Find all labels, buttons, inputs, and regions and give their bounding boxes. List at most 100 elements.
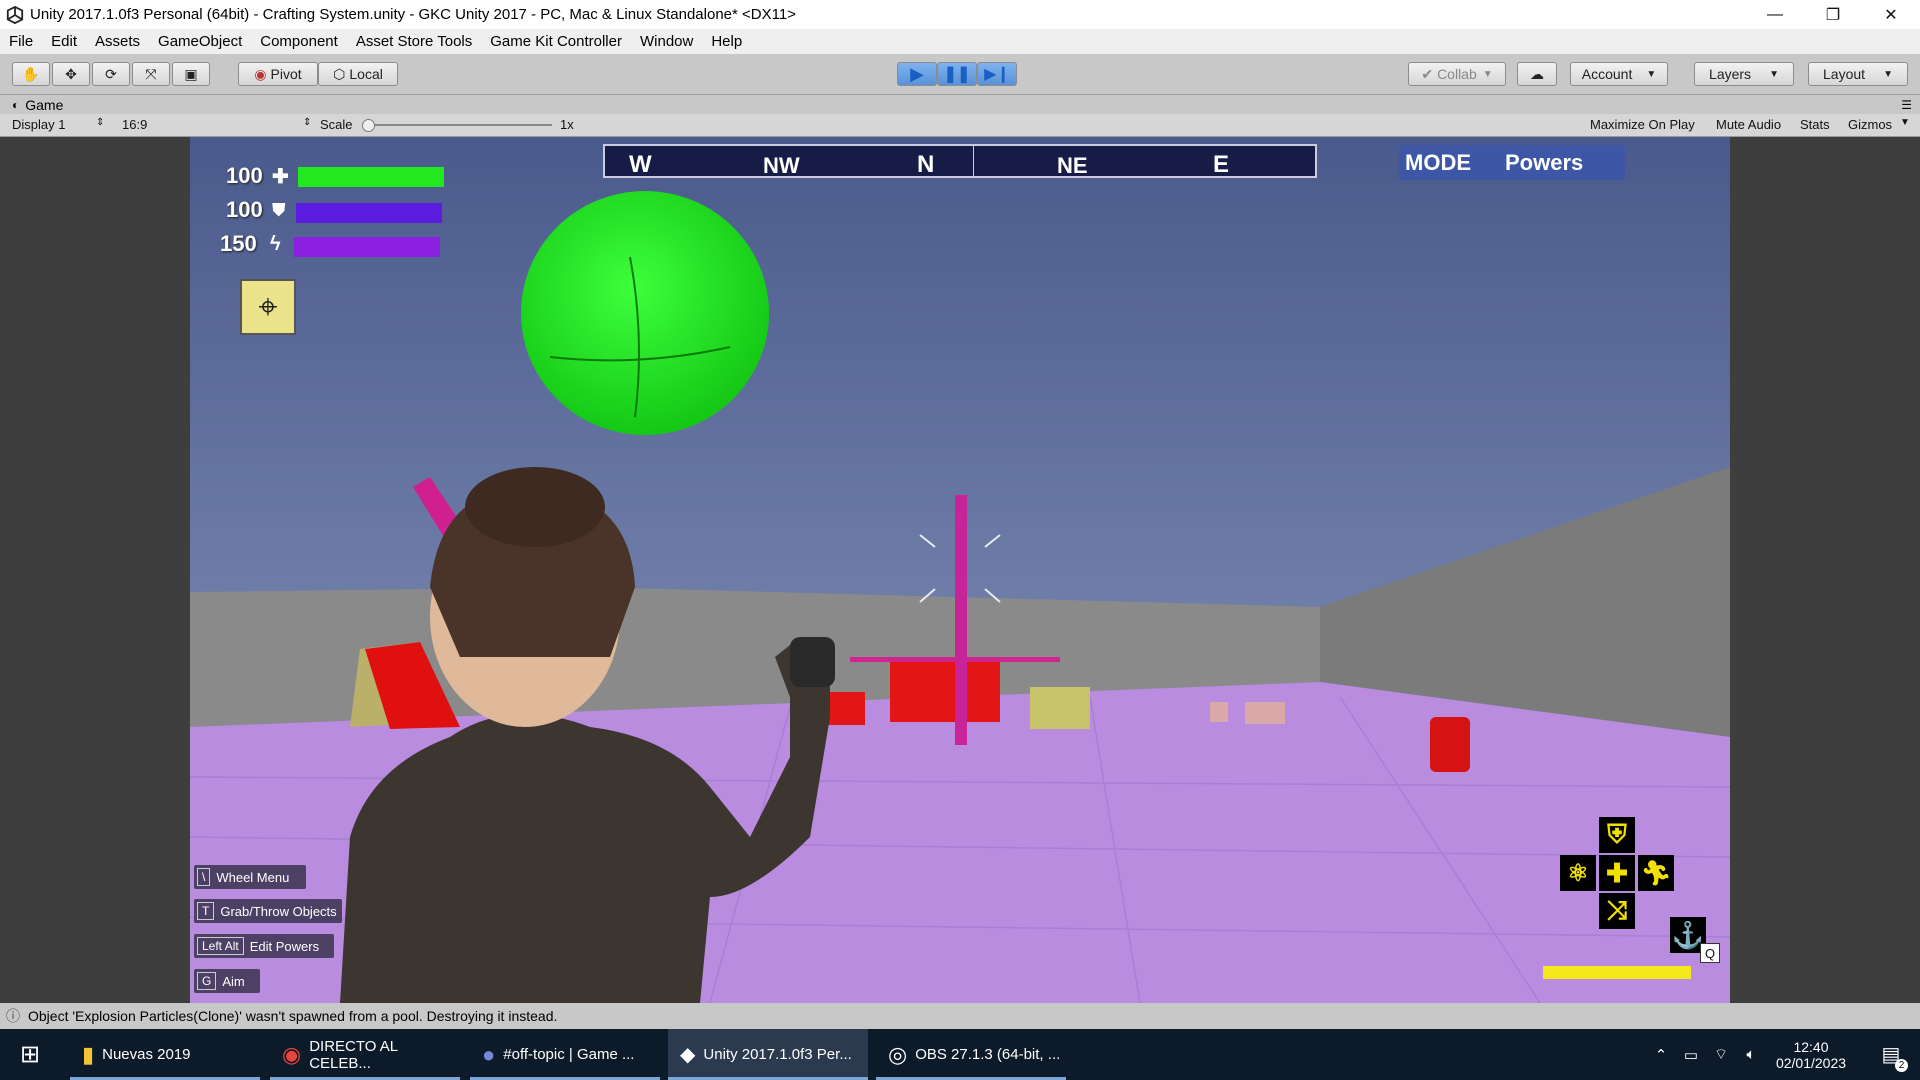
scale-tool-button[interactable]: ⤧: [132, 62, 170, 86]
window-title: Unity 2017.1.0f3 Personal (64bit) - Craf…: [30, 6, 796, 23]
hand-tool-button[interactable]: ✋: [12, 62, 50, 86]
menu-game-kit-controller[interactable]: Game Kit Controller: [481, 33, 631, 50]
tab-menu-icon[interactable]: ☰: [1901, 98, 1912, 112]
account-dropdown[interactable]: Account ▼: [1570, 62, 1668, 86]
close-button[interactable]: ✕: [1862, 0, 1920, 29]
menu-assets[interactable]: Assets: [86, 33, 149, 50]
folder-icon: ▮: [82, 1041, 95, 1067]
collab-button[interactable]: ✔ Collab ▼: [1408, 62, 1506, 86]
move-tool-button[interactable]: ✥: [52, 62, 90, 86]
rect-icon: ▣: [184, 65, 198, 82]
battery-icon[interactable]: ▭: [1676, 1029, 1706, 1080]
minimize-button[interactable]: —: [1746, 0, 1804, 29]
pivot-button[interactable]: ◉ Pivot: [238, 62, 318, 86]
windows-icon: ⊞: [19, 1041, 41, 1068]
discord-icon: ●: [482, 1041, 496, 1067]
layout-dropdown[interactable]: Layout ▼: [1808, 62, 1908, 86]
collab-label: Collab: [1437, 66, 1477, 82]
pause-button[interactable]: ❚❚: [937, 62, 977, 86]
menu-component[interactable]: Component: [251, 33, 347, 50]
maximize-on-play-toggle[interactable]: Maximize On Play: [1590, 117, 1695, 132]
energy-bar: [294, 237, 440, 257]
menu-edit[interactable]: Edit: [42, 33, 86, 50]
compass-bar: W NW N NE E: [603, 144, 1317, 178]
cloud-button[interactable]: ☁: [1517, 62, 1557, 86]
wifi-icon[interactable]: ⌔: [1706, 1029, 1736, 1080]
power-key-label: Q: [1700, 943, 1720, 963]
move-icon: ✥: [65, 65, 77, 82]
rotate-tool-button[interactable]: ⟳: [92, 62, 130, 86]
restore-button[interactable]: ❐: [1804, 0, 1862, 29]
health-value: 100: [226, 163, 263, 188]
mode-value: Powers: [1505, 149, 1584, 175]
scale-slider-handle[interactable]: [362, 119, 375, 132]
title-bar: Unity 2017.1.0f3 Personal (64bit) - Craf…: [0, 0, 1920, 29]
check-icon: ✔: [1421, 65, 1434, 82]
play-button[interactable]: ▶: [897, 62, 937, 86]
hint-label: Grab/Throw Objects: [220, 903, 337, 919]
pause-icon: ❚❚: [943, 66, 971, 83]
menu-help[interactable]: Help: [702, 33, 751, 50]
status-bar: ⓘ Object 'Explosion Particles(Clone)' wa…: [0, 1003, 1920, 1029]
power-bar-track: [1543, 966, 1691, 979]
notifications-button[interactable]: ▤ 2: [1866, 1029, 1916, 1080]
aspect-dropdown[interactable]: 16:9: [122, 117, 147, 132]
stats-toggle[interactable]: Stats: [1800, 117, 1830, 132]
taskbar-label: #off-topic | Game ...: [503, 1046, 635, 1063]
menu-bar: File Edit Assets GameObject Component As…: [0, 29, 1920, 54]
hint-key: Left Alt: [197, 937, 244, 955]
step-button[interactable]: ▶❙: [977, 62, 1017, 86]
menu-asset-store-tools[interactable]: Asset Store Tools: [347, 33, 481, 50]
lightning-icon: ϟ: [270, 233, 281, 255]
account-label: Account: [1581, 66, 1633, 82]
taskbar-item-chrome[interactable]: ◉ DIRECTO AL CELEB...: [270, 1029, 460, 1080]
chevron-down-icon: ▼: [1482, 68, 1493, 80]
cloud-icon: ☁: [1530, 65, 1544, 82]
menu-file[interactable]: File: [0, 33, 42, 50]
taskbar-label: Unity 2017.1.0f3 Per...: [703, 1046, 852, 1063]
health-bar: [298, 167, 444, 187]
step-icon: ▶❙: [984, 66, 1010, 83]
clock-time: 12:40: [1793, 1038, 1829, 1055]
taskbar-item-unity[interactable]: ◆ Unity 2017.1.0f3 Per...: [668, 1029, 868, 1080]
gizmos-toggle[interactable]: Gizmos: [1848, 117, 1892, 132]
game-viewport[interactable]: 100 ✚ 100 ⛊ 150 ϟ ⌖ W NW N NE E MODE Pow…: [190, 137, 1730, 1003]
taskbar-item-obs[interactable]: ◎ OBS 27.1.3 (64-bit, ...: [876, 1029, 1066, 1080]
scale-value: 1x: [560, 117, 574, 132]
taskbar-label: DIRECTO AL CELEB...: [309, 1037, 398, 1072]
clock[interactable]: 12:40 02/01/2023: [1766, 1029, 1856, 1080]
chevron-updown-icon: ⇕: [96, 117, 105, 128]
hint-label: Aim: [222, 973, 245, 989]
shuffle-power-icon: ⤨: [1599, 893, 1635, 929]
status-message[interactable]: Object 'Explosion Particles(Clone)' wasn…: [28, 1008, 557, 1024]
power-bar: [1543, 966, 1691, 979]
hint-key: \: [197, 868, 211, 886]
hint-label: Wheel Menu: [216, 869, 290, 885]
taskbar-item-folder[interactable]: ▮ Nuevas 2019: [70, 1029, 260, 1080]
hint-grab-throw: T Grab/Throw Objects: [194, 899, 342, 923]
atom-power-icon: ⚛: [1560, 855, 1596, 891]
taskbar: ⊞ ▮ Nuevas 2019 ◉ DIRECTO AL CELEB... ● #of…: [0, 1029, 1920, 1080]
play-icon: ▶: [910, 63, 924, 84]
unity-icon: ◆: [680, 1044, 696, 1066]
rect-tool-button[interactable]: ▣: [172, 62, 210, 86]
scale-slider[interactable]: [366, 124, 552, 126]
mute-audio-toggle[interactable]: Mute Audio: [1716, 117, 1781, 132]
game-tab-icon: ◐: [12, 97, 20, 112]
crosshair-target-icon: ⌖: [240, 279, 296, 335]
info-icon: ⓘ: [6, 1008, 20, 1024]
chrome-icon: ◉: [282, 1041, 302, 1067]
menu-gameobject[interactable]: GameObject: [149, 33, 251, 50]
local-button[interactable]: ⬡ Local: [318, 62, 398, 86]
layers-dropdown[interactable]: Layers ▼: [1694, 62, 1794, 86]
menu-window[interactable]: Window: [631, 33, 702, 50]
scale-icon: ⤧: [145, 65, 157, 82]
taskbar-item-discord[interactable]: ● #off-topic | Game ...: [470, 1029, 660, 1080]
start-button[interactable]: ⊞: [0, 1029, 60, 1080]
mode-panel: MODE Powers: [1399, 145, 1625, 180]
display-dropdown[interactable]: Display 1: [12, 117, 65, 132]
volume-icon[interactable]: 🔈︎: [1736, 1029, 1766, 1080]
tray-expand-icon[interactable]: ⌃: [1646, 1029, 1676, 1080]
chevron-updown-icon: ⇕: [303, 117, 312, 128]
tab-game[interactable]: Game: [25, 97, 63, 113]
